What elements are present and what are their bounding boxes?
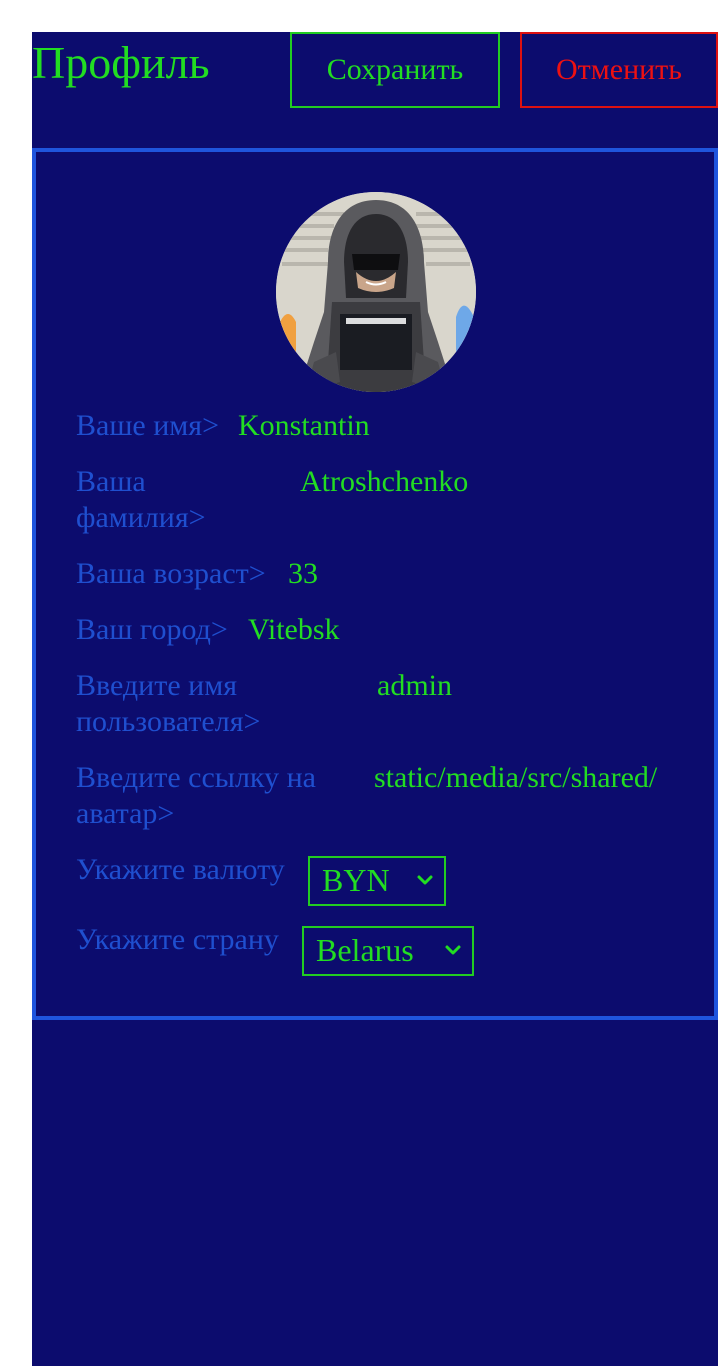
chevron-down-icon [417,875,433,885]
username-label-line2: пользователя> [76,705,261,738]
avatar-link-label: Введите ссылку на аватар> [76,760,316,832]
username-field[interactable]: admin [377,668,452,704]
avatar-link-label-line1: Введите ссылку на [76,761,316,794]
first-name-label: Ваше имя> [76,409,219,442]
currency-select[interactable]: BYN [308,856,446,906]
last-name-label-line2: фамилия> [76,501,206,534]
country-selected-value: Belarus [316,932,414,968]
age-label: Ваша возраст> [76,557,266,590]
city-field[interactable]: Vitebsk [248,612,340,648]
last-name-label: Ваша фамилия> [76,464,206,536]
username-label-line1: Введите имя [76,669,238,702]
profile-card: Ваше имя> Konstantin Ваша фамилия> Atros… [32,148,718,1020]
city-label: Ваш город> [76,613,228,646]
first-name-field[interactable]: Konstantin [238,408,370,444]
avatar-link-field[interactable]: static/media/src/shared/ [374,760,676,796]
profile-page: Профиль Сохранить Отменить Ваше имя> Kon… [32,32,718,1366]
avatar-image [276,192,476,392]
last-name-label-line1: Ваша [76,465,146,498]
page-title: Профиль [32,37,210,88]
country-label: Укажите страну [76,923,279,956]
age-field[interactable]: 33 [288,556,318,592]
avatar-link-label-line2: аватар> [76,797,175,830]
cancel-button[interactable]: Отменить [520,32,718,108]
save-button[interactable]: Сохранить [290,32,500,108]
username-label: Введите имя пользователя> [76,668,260,740]
chevron-down-icon [445,945,461,955]
currency-label: Укажите валюту [76,853,285,886]
country-select[interactable]: Belarus [302,926,474,976]
last-name-field[interactable]: Atroshchenko [300,464,468,500]
currency-selected-value: BYN [322,862,390,898]
avatar [276,192,476,392]
